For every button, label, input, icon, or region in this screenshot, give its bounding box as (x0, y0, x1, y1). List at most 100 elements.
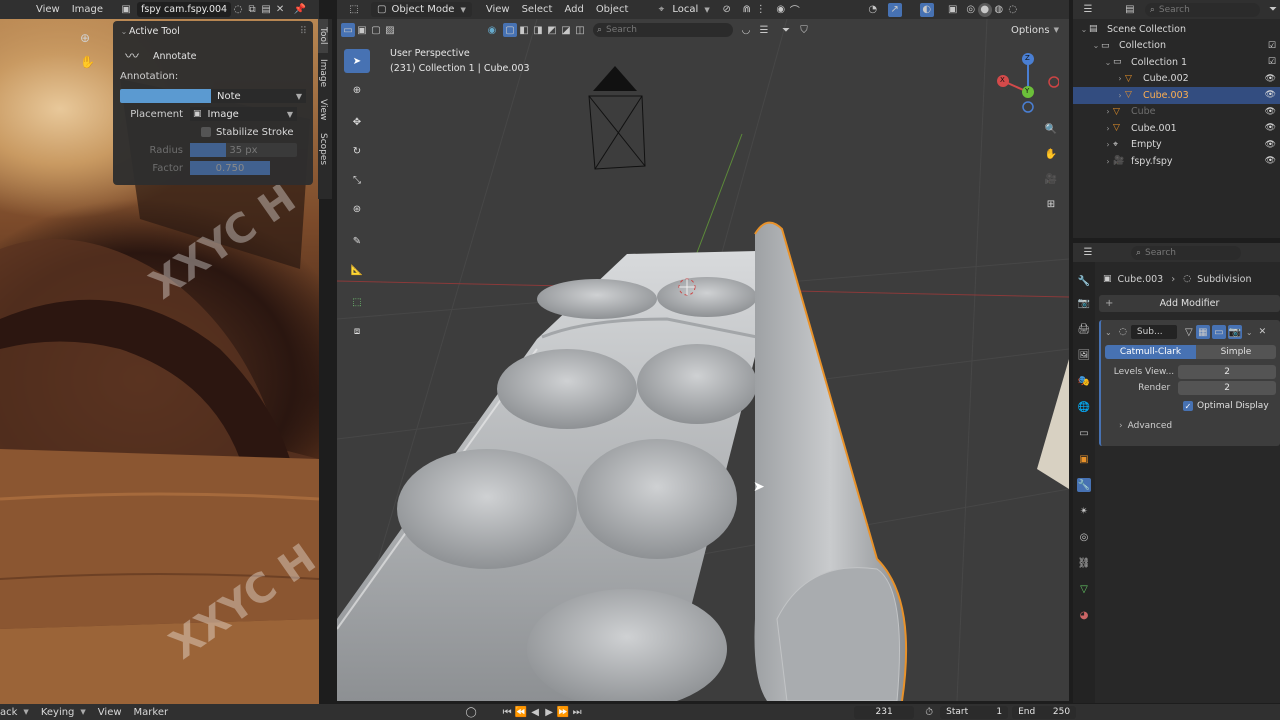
fake-user-icon[interactable]: ◌ (231, 3, 245, 17)
placement-select[interactable]: ▣ Image ▼ (190, 107, 297, 121)
pivot-icon[interactable]: ⊘ (720, 3, 734, 17)
outliner-row[interactable]: › ▽ Cube.001 👁 (1073, 120, 1280, 137)
tab-image[interactable]: Image (318, 53, 328, 93)
viewport-toggle-icon[interactable]: ▭ (1211, 325, 1226, 339)
pin-icon[interactable]: 📌 (293, 3, 307, 17)
funnel-icon[interactable]: ⏷ (779, 23, 793, 37)
eye-icon[interactable]: 👁 (1265, 156, 1276, 166)
material-tab-icon[interactable]: ◕ (1077, 608, 1091, 622)
wireframe-shading-icon[interactable]: ◎ (964, 3, 978, 17)
image-icon[interactable]: ▣ (119, 3, 133, 17)
outliner-row[interactable]: › ⌖ Empty 👁 (1073, 137, 1280, 154)
catmull-clark-button[interactable]: Catmull-Clark (1105, 345, 1196, 359)
collapse-arrow-icon[interactable]: › (1115, 91, 1125, 100)
menu-add[interactable]: Add (558, 4, 589, 15)
menu-view[interactable]: View (92, 707, 128, 718)
duplicate-icon[interactable]: ⧉ (245, 3, 259, 17)
list-view-icon[interactable]: ☰ (757, 23, 771, 37)
menu-playback[interactable]: ack (0, 707, 23, 718)
display-mode-icon[interactable]: ▤ (1123, 3, 1137, 17)
3d-cursor[interactable] (678, 278, 696, 296)
outliner-row[interactable]: ⌄ ▭ Collection ☑ (1073, 38, 1280, 55)
select-box-mode-icon[interactable]: ▭ (341, 23, 355, 37)
measure-tool-button[interactable]: 📐 (344, 258, 370, 282)
tab-tool[interactable]: Tool (318, 19, 328, 53)
rendered-shading-icon[interactable]: ◌ (1006, 3, 1020, 17)
pan-view-icon[interactable]: ✋ (1040, 143, 1062, 165)
object-tab-icon[interactable]: ▣ (1077, 452, 1091, 466)
editmode-toggle-icon[interactable]: ▽ (1182, 325, 1196, 339)
start-frame-field[interactable]: Start 1 (940, 705, 1009, 719)
gizmo-toggle-icon[interactable]: ↗ (887, 2, 902, 17)
exclude-checkbox-icon[interactable]: ☑ (1268, 57, 1276, 67)
move-tool-button[interactable]: ✥ (344, 110, 370, 134)
jump-keyframe-forward-icon[interactable]: ⏩ (556, 705, 570, 719)
transform-orientation-label[interactable]: Local (672, 4, 698, 15)
snap-icon[interactable]: ⋒ (740, 3, 754, 17)
xray-icon[interactable]: ▣ (946, 3, 960, 17)
view-layer-tab-icon[interactable]: 🖼 (1077, 348, 1091, 362)
filter-mesh-icon[interactable]: ◧ (517, 23, 531, 37)
note-layer-select[interactable]: Note ▼ (210, 89, 306, 103)
menu-view[interactable]: View (480, 4, 516, 15)
object-type-icon[interactable]: ▢ (503, 23, 517, 37)
end-frame-field[interactable]: End 250 (1012, 705, 1077, 719)
select-tool-button[interactable]: ➤ (344, 49, 370, 73)
outliner-search-field[interactable]: ⌕ Search (1144, 2, 1261, 17)
outliner-row[interactable]: ⌄ ▭ Collection 1 ☑ (1073, 54, 1280, 71)
note-color-swatch[interactable] (120, 89, 211, 103)
menu-image[interactable]: Image (66, 4, 109, 15)
expand-arrow-icon[interactable]: ⌄ (1079, 25, 1089, 34)
clock-icon[interactable]: ⏱ (922, 705, 936, 719)
menu-object[interactable]: Object (590, 4, 635, 15)
render-toggle-icon[interactable]: 📷 (1227, 325, 1242, 339)
eye-icon[interactable]: 👁 (1265, 140, 1276, 150)
data-tab-icon[interactable]: ▽ (1077, 582, 1091, 596)
modifier-name-field[interactable]: Sub... (1130, 325, 1177, 339)
visibility-icon[interactable]: ◔ (866, 3, 880, 17)
play-icon[interactable]: ▶ (542, 705, 556, 719)
modifier-tab-icon[interactable]: 🔧 (1077, 478, 1091, 492)
proportional-edit-icon[interactable]: ◉ (774, 3, 788, 17)
record-icon[interactable]: ◯ (464, 705, 478, 719)
ortho-toggle-icon[interactable]: ⊞ (1040, 193, 1062, 215)
render-input[interactable]: 2 (1178, 381, 1276, 395)
camera-view-icon[interactable]: 🎥 (1040, 168, 1062, 190)
collapse-arrow-icon[interactable]: › (1115, 74, 1125, 83)
close-icon[interactable]: ✕ (1259, 327, 1267, 337)
outliner-editor-icon[interactable]: ☰ (1081, 3, 1095, 17)
extra-tool-button[interactable]: ⧈ (344, 319, 370, 343)
jump-start-icon[interactable]: ⏮ (500, 705, 514, 719)
filter-sort-icon[interactable]: ◡ (739, 23, 753, 37)
overlay-toggle-icon[interactable]: ◐ (919, 2, 934, 17)
properties-editor-icon[interactable]: ☰ (1081, 246, 1095, 260)
mode-select[interactable]: ▢ Object Mode ▼ (371, 2, 472, 17)
zoom-icon[interactable]: ⊕ (80, 31, 96, 47)
tab-scopes[interactable]: Scopes (318, 127, 328, 171)
properties-search-field[interactable]: ⌕ Search (1131, 245, 1241, 260)
particles-tab-icon[interactable]: ✴ (1077, 504, 1091, 518)
navigation-gizmo[interactable]: Z X Y (997, 52, 1060, 114)
editor-type-icon[interactable]: ⬚ (347, 3, 361, 17)
chevron-down-icon[interactable]: ⌄ (1246, 328, 1253, 337)
world-tab-icon[interactable]: 🌐 (1077, 400, 1091, 414)
outliner-row[interactable]: › ▽ Cube.002 👁 (1073, 71, 1280, 88)
filter-empty-icon[interactable]: ◫ (573, 23, 587, 37)
outliner-row[interactable]: › 🎥 fspy.fspy 👁 (1073, 153, 1280, 170)
rotate-tool-button[interactable]: ↻ (344, 139, 370, 163)
collapse-arrow-icon[interactable]: › (1103, 140, 1113, 149)
menu-marker[interactable]: Marker (128, 707, 175, 718)
image-name-field[interactable]: fspy cam.fspy.004 (137, 2, 232, 17)
collapse-arrow-icon[interactable]: ⌄ (119, 27, 129, 36)
collapse-arrow-icon[interactable]: › (1103, 157, 1113, 166)
menu-select[interactable]: Select (516, 4, 559, 15)
filter-light-icon[interactable]: ◩ (545, 23, 559, 37)
select-intersect-icon[interactable]: ▨ (383, 23, 397, 37)
select-subtract-icon[interactable]: ▢ (369, 23, 383, 37)
outliner-row[interactable]: › ▽ Cube.003 👁 (1073, 87, 1280, 104)
add-modifier-button[interactable]: + Add Modifier (1099, 295, 1280, 312)
tab-view[interactable]: View (318, 93, 328, 127)
select-extend-icon[interactable]: ▣ (355, 23, 369, 37)
add-cube-tool-button[interactable]: ⬚ (344, 290, 370, 314)
levels-input[interactable]: 2 (1178, 365, 1276, 379)
